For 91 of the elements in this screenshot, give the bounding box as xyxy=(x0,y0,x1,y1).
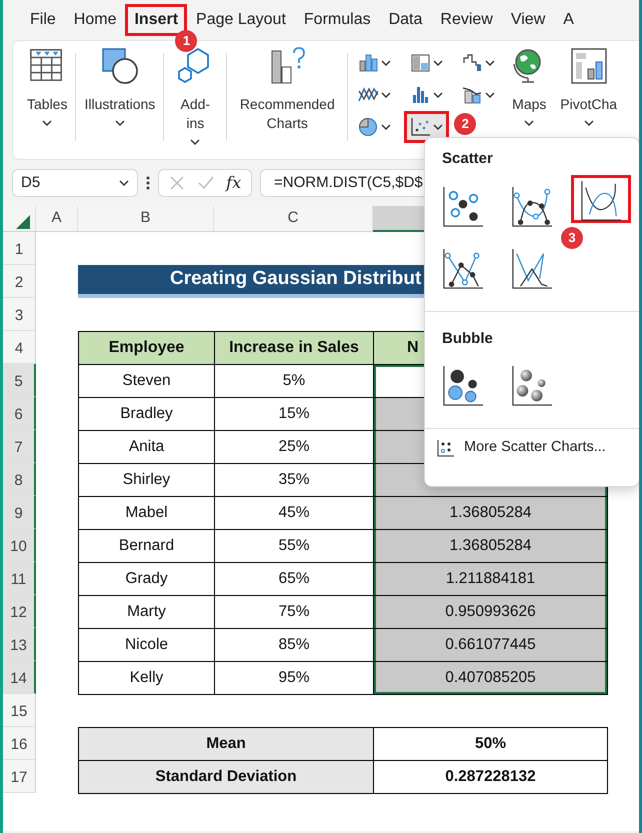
smooth-lines-markers-icon xyxy=(511,186,553,228)
pie-chart-icon xyxy=(358,117,378,137)
section-heading: Bubble xyxy=(441,328,494,348)
table-cell: Mean xyxy=(78,727,374,761)
table-cell: 1.36805284 xyxy=(373,496,608,530)
insert-function-button[interactable]: fx xyxy=(226,171,242,195)
caret-icon xyxy=(114,120,125,127)
table-cell: 0.950993626 xyxy=(373,595,608,629)
shapes-icon xyxy=(100,47,139,85)
caret-icon xyxy=(433,60,444,66)
pivot-chart-icon xyxy=(570,47,608,85)
row-header[interactable]: 8 xyxy=(3,463,36,496)
caret-icon xyxy=(381,124,392,130)
3d-bubble-chart-icon xyxy=(511,365,553,407)
row-header[interactable]: 1 xyxy=(3,232,36,265)
table-cell: 0.407085205 xyxy=(373,661,608,695)
scatter-markers-icon xyxy=(442,186,484,228)
combo-chart-icon xyxy=(462,85,482,105)
ribbon-button[interactable]: Tables xyxy=(27,95,68,127)
table-cell: 0.287228132 xyxy=(373,760,608,794)
ribbon-tab[interactable]: Home xyxy=(64,4,126,36)
table-header: Increase in Sales xyxy=(214,331,374,365)
table-cell: 1.36805284 xyxy=(373,529,608,563)
row-header[interactable]: 16 xyxy=(3,727,36,760)
caret-icon xyxy=(381,60,392,66)
row-header[interactable]: 9 xyxy=(3,496,36,529)
row-header[interactable]: 5 xyxy=(3,364,36,397)
select-all-icon xyxy=(16,214,30,228)
caret-icon xyxy=(381,92,392,98)
row-header[interactable]: 7 xyxy=(3,430,36,463)
smooth-lines-icon xyxy=(580,180,622,222)
ribbon-button[interactable]: Add-ins xyxy=(172,95,218,146)
close-icon xyxy=(168,175,185,191)
caret-icon xyxy=(524,120,534,127)
chart-option[interactable] xyxy=(571,174,631,222)
column-chart-icon xyxy=(358,53,378,73)
straight-lines-markers-icon xyxy=(442,248,484,290)
row-header[interactable]: 3 xyxy=(3,298,36,331)
straight-lines-icon xyxy=(511,248,553,290)
column-header[interactable]: A xyxy=(36,206,78,232)
caret-icon xyxy=(584,120,594,127)
caret-icon xyxy=(485,92,496,98)
table-cell: 50% xyxy=(373,727,608,761)
ribbon-button[interactable]: Maps xyxy=(512,95,546,127)
row-header[interactable]: 14 xyxy=(3,661,36,694)
row-header[interactable]: 11 xyxy=(3,562,36,595)
ribbon-tab[interactable]: Review xyxy=(431,4,502,36)
row-header[interactable]: 17 xyxy=(3,760,36,793)
caret-icon xyxy=(190,138,200,146)
table-header: Employee xyxy=(78,331,215,365)
scatter-chart-icon xyxy=(437,438,455,457)
step-badge: 3 xyxy=(561,226,583,248)
row-header[interactable]: 10 xyxy=(3,529,36,562)
table-cell: 1.211884181 xyxy=(373,562,608,596)
more-charts-link[interactable]: More Scatter Charts... xyxy=(425,437,618,459)
ribbon-tab[interactable]: A xyxy=(554,4,583,36)
row-header[interactable]: 6 xyxy=(3,397,36,430)
table-cell: 0.661077445 xyxy=(373,628,608,662)
ribbon-tab[interactable]: View xyxy=(502,4,554,36)
ribbon-tab[interactable]: Formulas xyxy=(294,4,380,36)
row-header[interactable]: 2 xyxy=(3,265,36,298)
caret-icon xyxy=(42,120,52,127)
waterfall-chart-icon xyxy=(462,53,482,73)
row-header[interactable]: 13 xyxy=(3,628,36,661)
section-heading: Scatter xyxy=(441,149,494,169)
histogram-icon xyxy=(410,85,430,105)
ribbon-tab[interactable]: File xyxy=(21,4,65,36)
caret-icon xyxy=(433,92,444,98)
treemap-icon xyxy=(410,53,430,73)
scatter-chart-icon xyxy=(410,117,430,137)
column-header[interactable]: B xyxy=(78,206,214,232)
step-badge: 2 xyxy=(454,113,476,135)
column-header[interactable]: C xyxy=(214,206,373,232)
ribbon-button[interactable]: Illustrations xyxy=(84,95,156,127)
row-header[interactable]: 4 xyxy=(3,331,36,364)
check-icon xyxy=(196,175,214,191)
step-badge: 1 xyxy=(175,30,198,52)
ribbon-button[interactable]: Recommended Charts xyxy=(235,95,340,133)
row-header[interactable]: 12 xyxy=(3,595,36,628)
ribbon-tab[interactable]: Data xyxy=(380,4,432,36)
caret-icon xyxy=(119,180,129,186)
name-box[interactable]: D5 xyxy=(12,169,138,197)
table-cell: Standard Deviation xyxy=(78,760,374,794)
row-header[interactable]: 15 xyxy=(3,694,36,727)
bubble-chart-icon xyxy=(442,365,484,407)
ribbon-button[interactable]: PivotCha xyxy=(560,95,618,127)
caret-icon xyxy=(433,124,444,130)
table-cell: Kelly xyxy=(78,661,215,695)
more-icon xyxy=(146,175,150,191)
caret-icon xyxy=(485,60,496,66)
chart-type-button[interactable] xyxy=(404,111,450,143)
